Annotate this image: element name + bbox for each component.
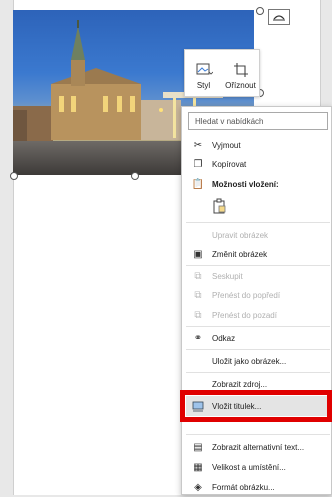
paste-icon: 📋 bbox=[191, 178, 205, 190]
bring-forward-icon: ⧉ bbox=[194, 289, 202, 301]
menu-item-cut[interactable]: ✂ Vyjmout bbox=[186, 135, 330, 155]
link-icon: ⚭ bbox=[193, 332, 203, 344]
menu-item-alt-text[interactable]: ▤ Zobrazit alternativní text... bbox=[186, 437, 330, 457]
menu-item-size-position[interactable]: ▦ Velikost a umístění... bbox=[186, 457, 330, 477]
picture-style-icon bbox=[196, 63, 213, 75]
menu-item-label: Přenést do popředí bbox=[212, 290, 281, 300]
menu-separator bbox=[186, 326, 330, 327]
resize-handle-top-right[interactable] bbox=[256, 7, 264, 15]
menu-item-label: Přenést do pozadí bbox=[212, 310, 277, 320]
menu-item-copy[interactable]: ❐ Kopírovat bbox=[186, 154, 330, 174]
scissors-icon: ✂ bbox=[193, 139, 203, 151]
menu-separator bbox=[186, 434, 330, 435]
menu-search-placeholder: Hledat v nabídkách bbox=[195, 116, 264, 126]
menu-separator bbox=[186, 349, 330, 350]
menu-item-send-backward[interactable]: ⧉ Přenést do pozadí bbox=[186, 305, 330, 325]
menu-item-link[interactable]: ⚭ Odkaz bbox=[186, 328, 330, 348]
paste-option-picture[interactable] bbox=[210, 197, 228, 215]
menu-item-bring-forward[interactable]: ⧉ Přenést do popředí bbox=[186, 285, 330, 305]
mini-toolbar: Styl Oříznout bbox=[184, 49, 260, 97]
menu-item-label: Kopírovat bbox=[212, 159, 247, 169]
menu-item-format-picture[interactable]: ◈ Formát obrázku... bbox=[186, 477, 330, 497]
menu-item-label: Seskupit bbox=[212, 271, 243, 281]
menu-item-label: Odkaz bbox=[212, 333, 236, 343]
menu-item-save-as-picture[interactable]: Uložit jako obrázek... bbox=[186, 351, 330, 371]
layout-options-button[interactable] bbox=[268, 9, 290, 25]
menu-item-label: Změnit obrázek bbox=[212, 249, 268, 259]
resize-handle-bottom-middle[interactable] bbox=[131, 172, 139, 180]
style-label: Styl bbox=[196, 81, 211, 90]
paste-picture-icon bbox=[213, 198, 226, 214]
menu-separator bbox=[186, 372, 330, 373]
menu-search-input[interactable]: Hledat v nabídkách bbox=[188, 112, 328, 130]
change-picture-icon: ▣ bbox=[193, 248, 203, 260]
highlight-box bbox=[180, 390, 332, 422]
menu-item-group[interactable]: ⧉ Seskupit bbox=[186, 266, 330, 286]
crop-icon bbox=[233, 63, 248, 77]
size-position-icon: ▦ bbox=[193, 461, 203, 473]
layout-options-icon bbox=[273, 15, 285, 21]
resize-handle-bottom-left[interactable] bbox=[10, 172, 18, 180]
menu-item-label: Upravit obrázek bbox=[212, 230, 269, 240]
menu-item-paste-options: 📋 Možnosti vložení: bbox=[186, 174, 330, 194]
menu-item-label: Zobrazit zdroj... bbox=[212, 379, 268, 389]
menu-item-change-picture[interactable]: ▣ Změnit obrázek bbox=[186, 244, 330, 264]
menu-item-label: Formát obrázku... bbox=[212, 482, 275, 492]
crop-label: Oříznout bbox=[225, 81, 256, 90]
menu-item-label: Vyjmout bbox=[212, 140, 241, 150]
send-backward-icon: ⧉ bbox=[194, 309, 202, 321]
menu-item-label: Uložit jako obrázek... bbox=[212, 356, 287, 366]
group-icon: ⧉ bbox=[194, 270, 202, 282]
menu-separator bbox=[186, 222, 330, 223]
menu-item-label: Velikost a umístění... bbox=[212, 462, 286, 472]
crop-button[interactable]: Oříznout bbox=[222, 50, 259, 96]
format-picture-icon: ◈ bbox=[194, 481, 202, 493]
menu-item-label: Zobrazit alternativní text... bbox=[212, 442, 305, 452]
alt-text-icon: ▤ bbox=[193, 441, 203, 453]
style-button[interactable]: Styl bbox=[185, 50, 222, 96]
menu-item-edit-picture[interactable]: Upravit obrázek bbox=[186, 225, 330, 245]
copy-icon: ❐ bbox=[193, 158, 203, 170]
menu-item-label: Možnosti vložení: bbox=[212, 179, 279, 189]
